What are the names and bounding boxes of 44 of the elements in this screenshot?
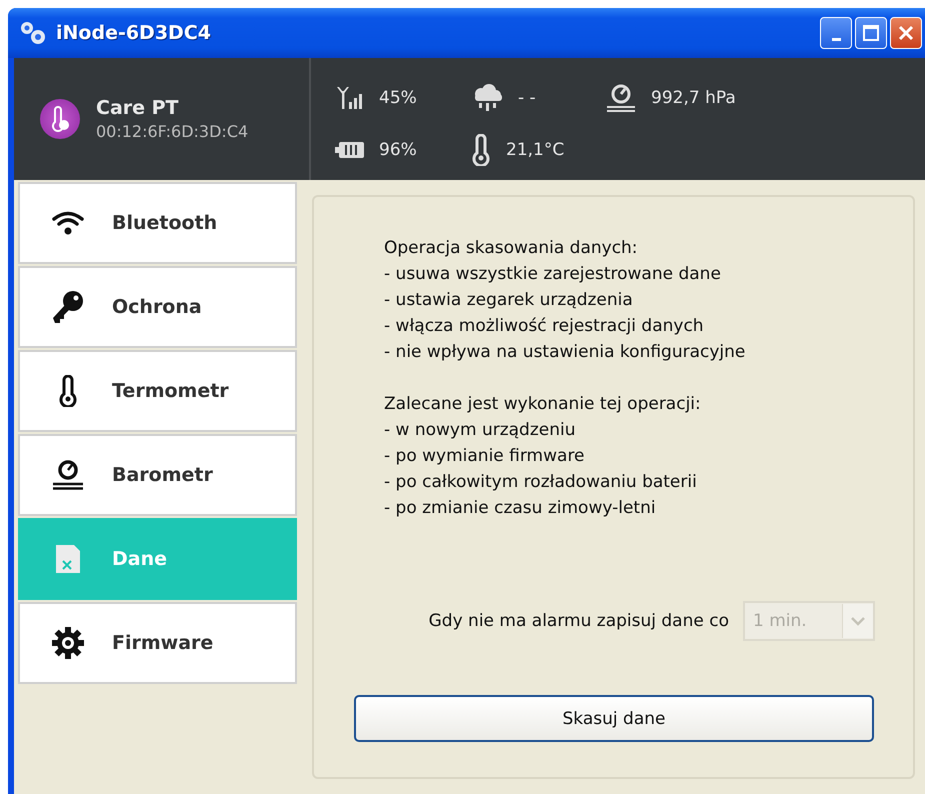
close-icon [897, 24, 915, 42]
reading-value: 45% [379, 88, 417, 108]
battery-icon [335, 141, 365, 159]
info-line: - nie wpływa na ustawienia konfiguracyjne [384, 341, 746, 364]
info-heading: Operacja skasowania danych: [384, 237, 639, 260]
info-line: - po całkowitym rozładowaniu baterii [384, 471, 698, 494]
minimize-button[interactable] [820, 17, 852, 49]
info-line: - włącza możliwość rejestracji danych [384, 315, 705, 338]
thermometer-icon [470, 134, 492, 166]
device-avatar-icon [40, 99, 80, 139]
sidebar-item[interactable]: Barometr [18, 434, 297, 516]
maximize-button[interactable] [855, 17, 887, 49]
gauge-icon [605, 83, 637, 113]
close-button[interactable] [890, 17, 922, 49]
info-line: - usuwa wszystkie zarejestrowane dane [384, 263, 722, 286]
reading-value: - - [518, 88, 536, 108]
document-x-icon [54, 543, 82, 575]
reading-value: 992,7 hPa [651, 88, 736, 108]
gears-icon [18, 19, 48, 47]
sidebar-item[interactable]: Termometr [18, 350, 297, 432]
thermometer-icon [57, 375, 79, 407]
signal-icon [335, 85, 365, 111]
info-line: - po wymianie firmware [384, 445, 586, 468]
maximize-icon [862, 24, 880, 42]
wifi-icon [51, 210, 85, 236]
erase-data-button[interactable]: Skasuj dane [354, 695, 874, 742]
minimize-icon [832, 38, 840, 40]
gauge-icon [51, 459, 85, 491]
reading-value: 21,1°C [506, 140, 564, 160]
sidebar-item[interactable]: Bluetooth [18, 182, 297, 264]
key-icon [51, 290, 85, 324]
info-heading: Zalecane jest wykonanie tej operacji: [384, 393, 702, 416]
info-line: - ustawia zegarek urządzenia [384, 289, 634, 312]
sidebar-item[interactable]: Firmware [18, 602, 297, 684]
device-mac-address: 00:12:6F:6D:3D:C4 [96, 122, 248, 141]
device-name: Care PT [96, 97, 180, 119]
reading-value: 96% [379, 140, 417, 160]
interval-label: Gdy nie ma alarmu zapisuj dane co [428, 611, 729, 631]
window-title: iNode-6D3DC4 [56, 22, 212, 44]
info-line: - w nowym urządzeniu [384, 419, 576, 442]
sidebar-item[interactable]: Ochrona [18, 266, 297, 348]
chevron-down-icon [850, 616, 866, 626]
gear-icon [51, 626, 85, 660]
info-line: - po zmianie czasu zimowy-letni [384, 497, 657, 520]
